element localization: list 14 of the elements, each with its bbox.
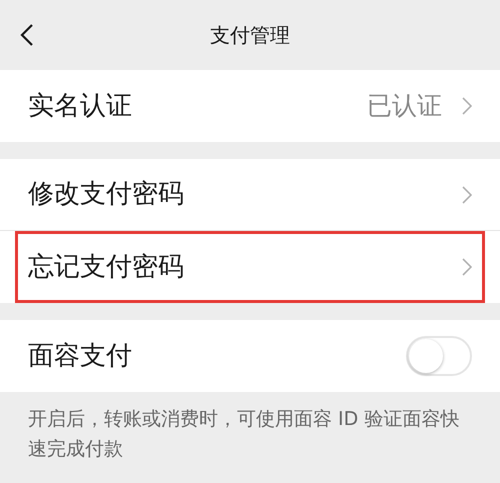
- row-label: 修改支付密码: [28, 178, 185, 211]
- row-label: 忘记支付密码: [28, 250, 185, 284]
- back-icon[interactable]: [20, 24, 34, 46]
- page-title: 支付管理: [210, 22, 290, 49]
- row-label: 面容支付: [28, 340, 133, 372]
- row-value: 已认证: [367, 90, 442, 122]
- row-label: 实名认证: [28, 90, 133, 122]
- menu-row[interactable]: 忘记支付密码: [15, 231, 485, 303]
- toggle-switch[interactable]: [406, 336, 472, 376]
- chevron-right-icon: [462, 258, 472, 276]
- chevron-right-icon: [462, 97, 472, 115]
- footer-note: 开启后，转账或消费时，可使用面容 ID 验证面容快速完成付款: [27, 407, 460, 462]
- chevron-right-icon: [462, 186, 472, 204]
- toggle-knob: [409, 339, 443, 373]
